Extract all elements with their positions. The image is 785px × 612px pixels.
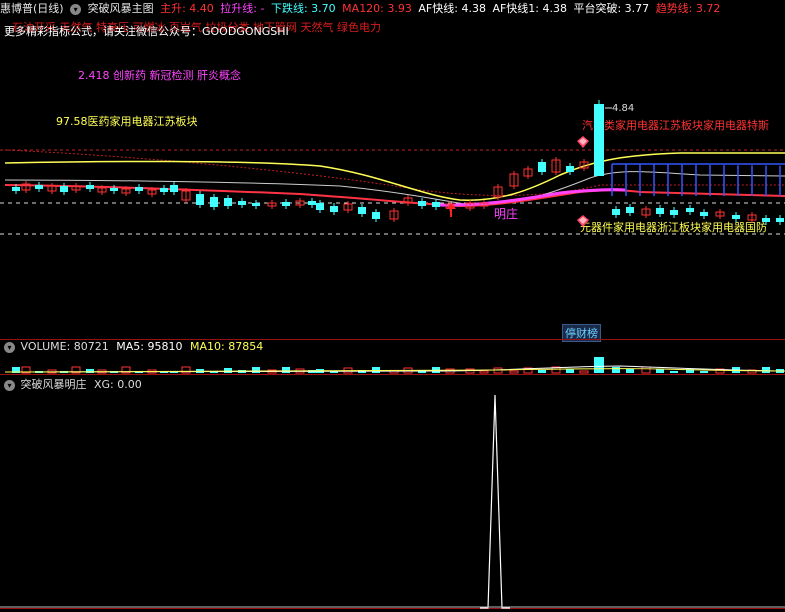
volume-bar xyxy=(641,366,651,374)
volume-bar xyxy=(181,366,191,374)
volume-bar xyxy=(594,357,604,373)
volume-bar xyxy=(509,370,519,374)
candle xyxy=(252,203,260,206)
candle xyxy=(330,206,338,212)
candle xyxy=(670,210,678,215)
candle xyxy=(224,198,232,206)
candle xyxy=(210,197,218,207)
candle xyxy=(686,208,694,212)
volume-bar xyxy=(479,370,489,374)
candle xyxy=(316,203,324,210)
big-candle xyxy=(594,104,604,176)
candle xyxy=(372,212,380,219)
candle xyxy=(238,201,246,205)
candle xyxy=(35,185,43,189)
candle xyxy=(196,194,204,205)
candle xyxy=(432,202,440,207)
candle xyxy=(86,185,94,189)
volume-bar xyxy=(579,370,589,374)
candle xyxy=(12,187,20,191)
volume-bar xyxy=(612,367,620,373)
candle xyxy=(538,162,546,172)
candle xyxy=(110,188,118,191)
volume-bar xyxy=(252,367,260,373)
volume-bar xyxy=(762,367,770,373)
volume-bar xyxy=(626,369,634,373)
candle xyxy=(762,218,770,222)
candle xyxy=(60,186,68,192)
volume-bar xyxy=(700,371,708,373)
candle xyxy=(626,207,634,213)
candle xyxy=(170,185,178,192)
diamond-icon xyxy=(577,215,589,227)
diamond-icon xyxy=(577,136,589,148)
candle xyxy=(135,187,143,191)
candle xyxy=(700,212,708,216)
candle xyxy=(160,188,168,192)
candle xyxy=(732,215,740,219)
volume-bar xyxy=(86,369,94,373)
volume-bar xyxy=(670,371,678,373)
volume-bar xyxy=(538,370,546,373)
candle xyxy=(776,218,784,222)
volume-bar xyxy=(224,368,232,373)
xg-signal-line xyxy=(480,394,510,609)
candle xyxy=(282,202,290,206)
chart-canvas xyxy=(0,100,785,609)
volume-bar xyxy=(566,369,574,373)
candle xyxy=(656,208,664,214)
volume-bar xyxy=(372,367,380,373)
candle xyxy=(612,209,620,215)
candle xyxy=(418,201,426,206)
volume-bar xyxy=(282,367,290,373)
candle xyxy=(566,166,574,172)
volume-bar xyxy=(656,369,664,373)
candle xyxy=(358,207,366,214)
candle xyxy=(308,201,316,205)
